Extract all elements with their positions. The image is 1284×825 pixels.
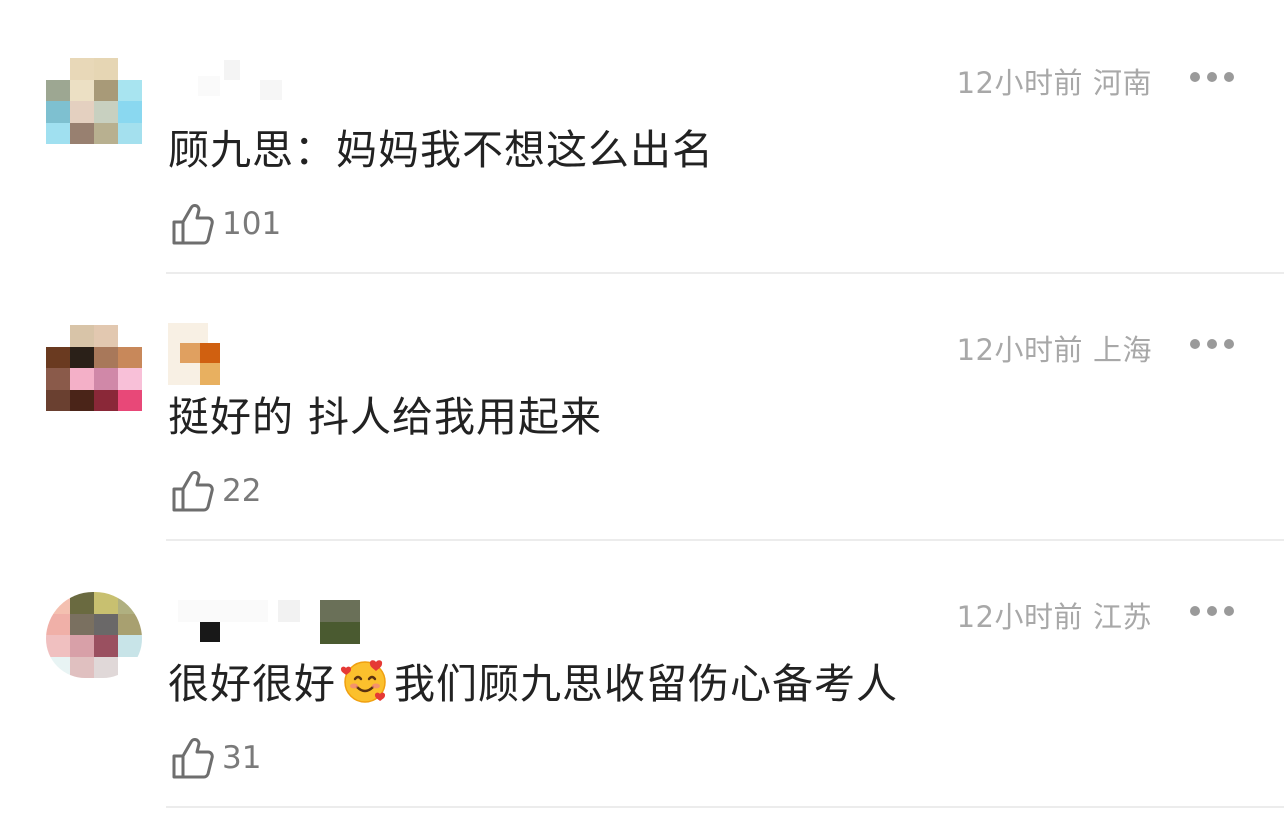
blur-block	[180, 343, 200, 363]
avatar-pixel	[46, 592, 70, 614]
avatar-pixel	[118, 325, 142, 347]
thumbs-up-icon	[172, 471, 214, 512]
like-count: 101	[222, 206, 282, 242]
comment-region: 上海	[1092, 333, 1152, 367]
avatar-pixel	[46, 656, 70, 678]
avatar-pixel	[70, 613, 94, 635]
avatar-pixel	[118, 613, 142, 635]
avatar[interactable]	[46, 592, 142, 678]
comment-time: 12小时前	[956, 66, 1083, 100]
more-options-icon[interactable]	[1190, 70, 1234, 84]
avatar-pixel	[46, 325, 70, 347]
avatar-pixel	[118, 656, 142, 678]
avatar-pixel	[94, 389, 118, 411]
avatar-pixel	[118, 58, 142, 80]
comment-time: 12小时前	[956, 333, 1083, 367]
comment-region: 江苏	[1092, 600, 1152, 634]
avatar-pixel	[94, 592, 118, 614]
avatar-pixel	[94, 101, 118, 123]
thumbs-up-icon	[172, 738, 214, 779]
avatar-pixel	[46, 389, 70, 411]
avatar-pixel	[94, 346, 118, 368]
avatar-pixel	[70, 635, 94, 657]
avatar[interactable]	[46, 58, 142, 144]
comment-text: 顾九思：妈妈我不想这么出名	[168, 126, 714, 174]
blur-block	[198, 76, 220, 96]
avatar-pixel	[94, 656, 118, 678]
avatar-pixel	[46, 79, 70, 101]
comment-text: 很好很好 我们顾九思收留伤心备考人	[168, 656, 898, 712]
avatar-pixel	[70, 346, 94, 368]
avatar-pixel	[70, 368, 94, 390]
smiling-face-with-hearts-icon	[340, 660, 386, 703]
like-button[interactable]: 101	[170, 198, 281, 250]
avatar-pixel	[118, 346, 142, 368]
blur-block	[224, 60, 240, 80]
avatar-pixel	[70, 325, 94, 347]
comment-text-part: 很好很好	[168, 660, 336, 708]
username-blurred[interactable]	[168, 323, 388, 385]
blur-block	[178, 600, 268, 622]
avatar-pixel	[70, 122, 94, 144]
avatar-pixel	[70, 58, 94, 80]
avatar-pixel	[94, 58, 118, 80]
avatar-pixel	[118, 592, 142, 614]
avatar-pixel	[94, 122, 118, 144]
avatar-pixel	[94, 325, 118, 347]
avatar-pixel	[46, 613, 70, 635]
divider	[166, 806, 1284, 808]
avatar-pixel	[46, 101, 70, 123]
avatar-pixel	[118, 368, 142, 390]
avatar-pixel	[70, 79, 94, 101]
blur-block	[278, 600, 300, 622]
comment-text: 挺好的 抖人给我用起来	[168, 393, 603, 441]
comment-item: 12小时前 上海 挺好的 抖人给我用起来 22	[0, 267, 1284, 541]
blur-block	[260, 80, 282, 100]
comment-text-part: 我们顾九思收留伤心备考人	[394, 660, 898, 708]
comment-item: 12小时前 河南 顾九思：妈妈我不想这么出名 101	[0, 0, 1284, 274]
avatar-pixel	[118, 101, 142, 123]
username-blurred[interactable]	[168, 56, 388, 104]
comment-meta: 12小时前 河南	[957, 60, 1152, 102]
avatar[interactable]	[46, 325, 142, 411]
blur-block	[200, 363, 220, 385]
comment-meta: 12小时前 上海	[957, 327, 1152, 369]
blur-block	[200, 622, 220, 642]
avatar-pixel	[94, 635, 118, 657]
avatar-pixel	[118, 389, 142, 411]
comment-region: 河南	[1092, 66, 1152, 100]
more-options-icon[interactable]	[1190, 337, 1234, 351]
avatar-pixel	[94, 368, 118, 390]
blur-block	[320, 600, 360, 622]
comment-item: 12小时前 江苏 很好很好 我们顾九思收留伤心备考人 31	[0, 534, 1284, 808]
avatar-pixel	[118, 79, 142, 101]
avatar-pixel	[94, 79, 118, 101]
avatar-pixel	[70, 592, 94, 614]
avatar-pixel	[46, 58, 70, 80]
avatar-pixel	[46, 346, 70, 368]
blur-block	[200, 343, 220, 363]
avatar-pixel	[70, 656, 94, 678]
avatar-pixel	[46, 635, 70, 657]
avatar-pixel	[46, 368, 70, 390]
avatar-pixel	[70, 101, 94, 123]
more-options-icon[interactable]	[1190, 604, 1234, 618]
blur-block	[320, 622, 360, 644]
comment-meta: 12小时前 江苏	[957, 594, 1152, 636]
comment-time: 12小时前	[956, 600, 1083, 634]
avatar-pixel	[118, 635, 142, 657]
avatar-pixel	[46, 122, 70, 144]
username-blurred[interactable]	[168, 590, 388, 644]
avatar-pixel	[94, 613, 118, 635]
like-count: 22	[222, 473, 262, 509]
avatar-pixel	[70, 389, 94, 411]
like-count: 31	[222, 740, 262, 776]
avatar-pixel	[118, 122, 142, 144]
like-button[interactable]: 22	[170, 465, 261, 517]
thumbs-up-icon	[172, 204, 214, 245]
like-button[interactable]: 31	[170, 732, 261, 784]
